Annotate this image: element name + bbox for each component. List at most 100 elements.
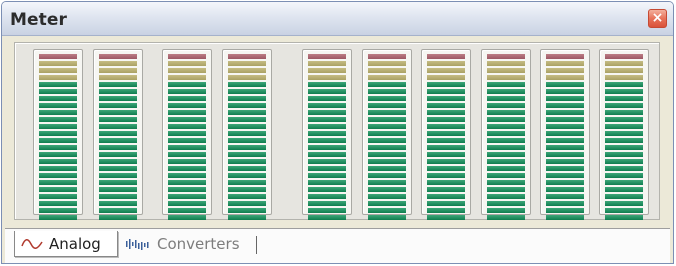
meter-segment-green <box>99 194 137 199</box>
meter-segment-green <box>368 117 406 122</box>
meter-segment-green <box>605 194 643 199</box>
meter-segment-green <box>39 89 77 94</box>
meter-segment-yellow <box>546 75 584 80</box>
meter-segment-green <box>99 117 137 122</box>
meter-segment-green <box>168 215 206 220</box>
meter-segments <box>368 54 406 220</box>
close-icon: × <box>651 10 664 26</box>
meter-segment-green <box>168 145 206 150</box>
meter-segment-yellow <box>39 61 77 66</box>
meter-segments <box>99 54 137 220</box>
meter-segment-green <box>228 159 266 164</box>
meter-segment-green <box>228 180 266 185</box>
tab-analog-label: Analog <box>49 234 101 253</box>
close-button[interactable]: × <box>648 9 667 28</box>
meter-segment-green <box>605 152 643 157</box>
meter-segment-green <box>427 145 465 150</box>
meter-segment-red <box>168 54 206 59</box>
meter-segment-yellow <box>605 75 643 80</box>
meter-segment-green <box>605 82 643 87</box>
meter-segment-green <box>368 152 406 157</box>
meter-segment-yellow <box>368 68 406 73</box>
meter-segment-green <box>99 180 137 185</box>
meter-segment-green <box>487 159 525 164</box>
meter-segment-green <box>99 124 137 129</box>
tab-analog[interactable]: Analog <box>14 231 118 257</box>
meter-segment-yellow <box>228 61 266 66</box>
meter-segment-green <box>487 117 525 122</box>
meter-segment-green <box>487 89 525 94</box>
meter-segment-green <box>39 124 77 129</box>
title-bar[interactable]: Meter × <box>2 2 673 36</box>
meter-segment-green <box>168 138 206 143</box>
meter-segment-yellow <box>427 61 465 66</box>
meter-segments <box>605 54 643 220</box>
meter-segment-green <box>39 187 77 192</box>
meter-channel <box>599 49 649 220</box>
waveform-icon <box>125 237 151 251</box>
meter-segment-green <box>487 152 525 157</box>
meter-segment-green <box>308 173 346 178</box>
meter-segment-green <box>168 187 206 192</box>
meter-segment-yellow <box>228 75 266 80</box>
meter-segment-green <box>168 89 206 94</box>
meter-channel <box>162 49 212 220</box>
meter-segment-green <box>368 124 406 129</box>
meter-segment-green <box>368 96 406 101</box>
meter-segment-yellow <box>99 61 137 66</box>
meter-segment-yellow <box>168 75 206 80</box>
meter-segment-green <box>308 145 346 150</box>
meter-segment-green <box>546 138 584 143</box>
meter-segment-green <box>487 145 525 150</box>
meter-channel <box>222 49 272 220</box>
meter-segment-green <box>99 215 137 220</box>
meter-channel <box>481 49 531 220</box>
meter-segment-green <box>39 82 77 87</box>
meter-segment-green <box>228 124 266 129</box>
meter-segment-green <box>308 201 346 206</box>
meter-segment-green <box>99 166 137 171</box>
meter-segment-green <box>228 138 266 143</box>
meter-segment-green <box>99 145 137 150</box>
meter-segment-green <box>39 152 77 157</box>
meter-segment-green <box>427 208 465 213</box>
meter-segment-green <box>487 173 525 178</box>
meter-segment-green <box>427 117 465 122</box>
meter-segment-green <box>368 89 406 94</box>
meter-segment-green <box>368 180 406 185</box>
meter-segment-green <box>546 166 584 171</box>
meter-segment-green <box>308 89 346 94</box>
meter-segment-green <box>487 166 525 171</box>
meter-segment-green <box>546 159 584 164</box>
meter-segment-green <box>368 173 406 178</box>
meter-segment-green <box>99 187 137 192</box>
meter-channel <box>540 49 590 220</box>
meter-segment-yellow <box>228 68 266 73</box>
meter-segment-green <box>368 138 406 143</box>
meter-segment-green <box>99 131 137 136</box>
meter-segment-green <box>308 131 346 136</box>
meter-segment-green <box>368 103 406 108</box>
meter-segment-green <box>605 110 643 115</box>
meter-segment-green <box>605 89 643 94</box>
meter-segment-green <box>605 145 643 150</box>
meter-segment-green <box>487 194 525 199</box>
meter-segment-green <box>605 103 643 108</box>
meter-segment-green <box>99 110 137 115</box>
meter-segment-yellow <box>546 61 584 66</box>
meter-segment-green <box>546 145 584 150</box>
tab-converters[interactable]: Converters <box>121 231 263 257</box>
meter-segment-green <box>308 138 346 143</box>
meter-segment-green <box>39 145 77 150</box>
meter-segment-green <box>308 124 346 129</box>
meter-channel <box>93 49 143 220</box>
meter-segment-green <box>487 215 525 220</box>
meter-segments <box>39 54 77 220</box>
meter-segment-yellow <box>99 75 137 80</box>
meter-segment-green <box>427 110 465 115</box>
meter-segment-yellow <box>168 61 206 66</box>
meter-segment-green <box>487 208 525 213</box>
meter-segment-green <box>368 145 406 150</box>
meter-segment-red <box>546 54 584 59</box>
meter-segment-green <box>308 103 346 108</box>
